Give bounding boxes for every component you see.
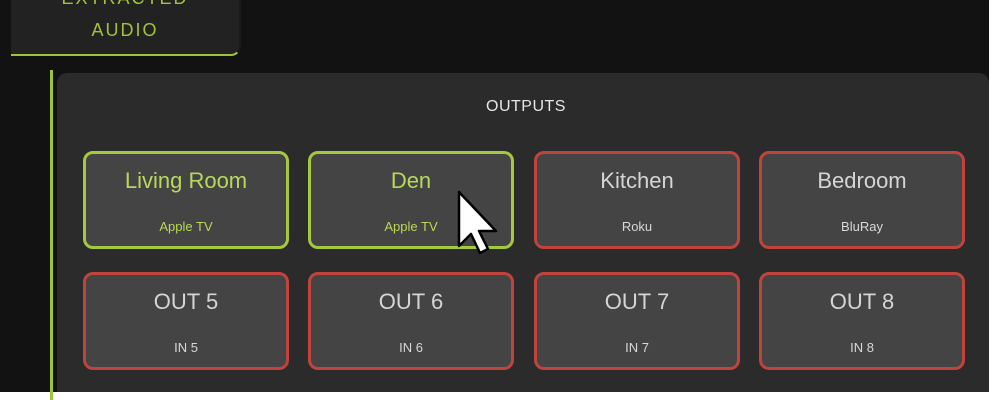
output-tile-out-7[interactable]: OUT 7 IN 7 [534,272,740,370]
output-source: BluRay [841,219,883,234]
output-source: IN 7 [625,340,649,355]
output-name: Den [390,168,432,193]
output-tile-out-8[interactable]: OUT 8 IN 8 [759,272,965,370]
output-source: IN 6 [399,340,423,355]
output-tile-kitchen[interactable]: Kitchen Roku [534,151,740,249]
panel-title: OUTPUTS [486,98,566,115]
output-source: Apple TV [159,219,213,234]
tab-label-line2: AUDIO [91,20,159,40]
output-source: Roku [621,219,653,234]
output-tile-den[interactable]: Den Apple TV [308,151,514,249]
tab-label-line1: EXTRACTED [11,0,239,9]
output-name: OUT 6 [378,289,444,314]
output-name: OUT 8 [829,289,895,314]
output-source: Apple TV [384,219,438,234]
output-name: Bedroom [817,168,907,193]
output-tile-living-room[interactable]: Living Room Apple TV [83,151,289,249]
section-divider [50,70,53,400]
output-name: Kitchen [600,168,674,193]
output-tile-bedroom[interactable]: Bedroom BluRay [759,151,965,249]
output-tile-out-5[interactable]: OUT 5 IN 5 [83,272,289,370]
output-name: OUT 7 [604,289,670,314]
app-frame: EXTRACTED AUDIO OUTPUTS Living Room Appl… [0,0,989,400]
output-name: OUT 5 [153,289,219,314]
output-tile-out-6[interactable]: OUT 6 IN 6 [308,272,514,370]
output-source: IN 5 [174,340,198,355]
output-source: IN 8 [850,340,874,355]
tab-extracted-audio[interactable]: EXTRACTED AUDIO [11,0,241,56]
output-name: Living Room [124,168,248,193]
